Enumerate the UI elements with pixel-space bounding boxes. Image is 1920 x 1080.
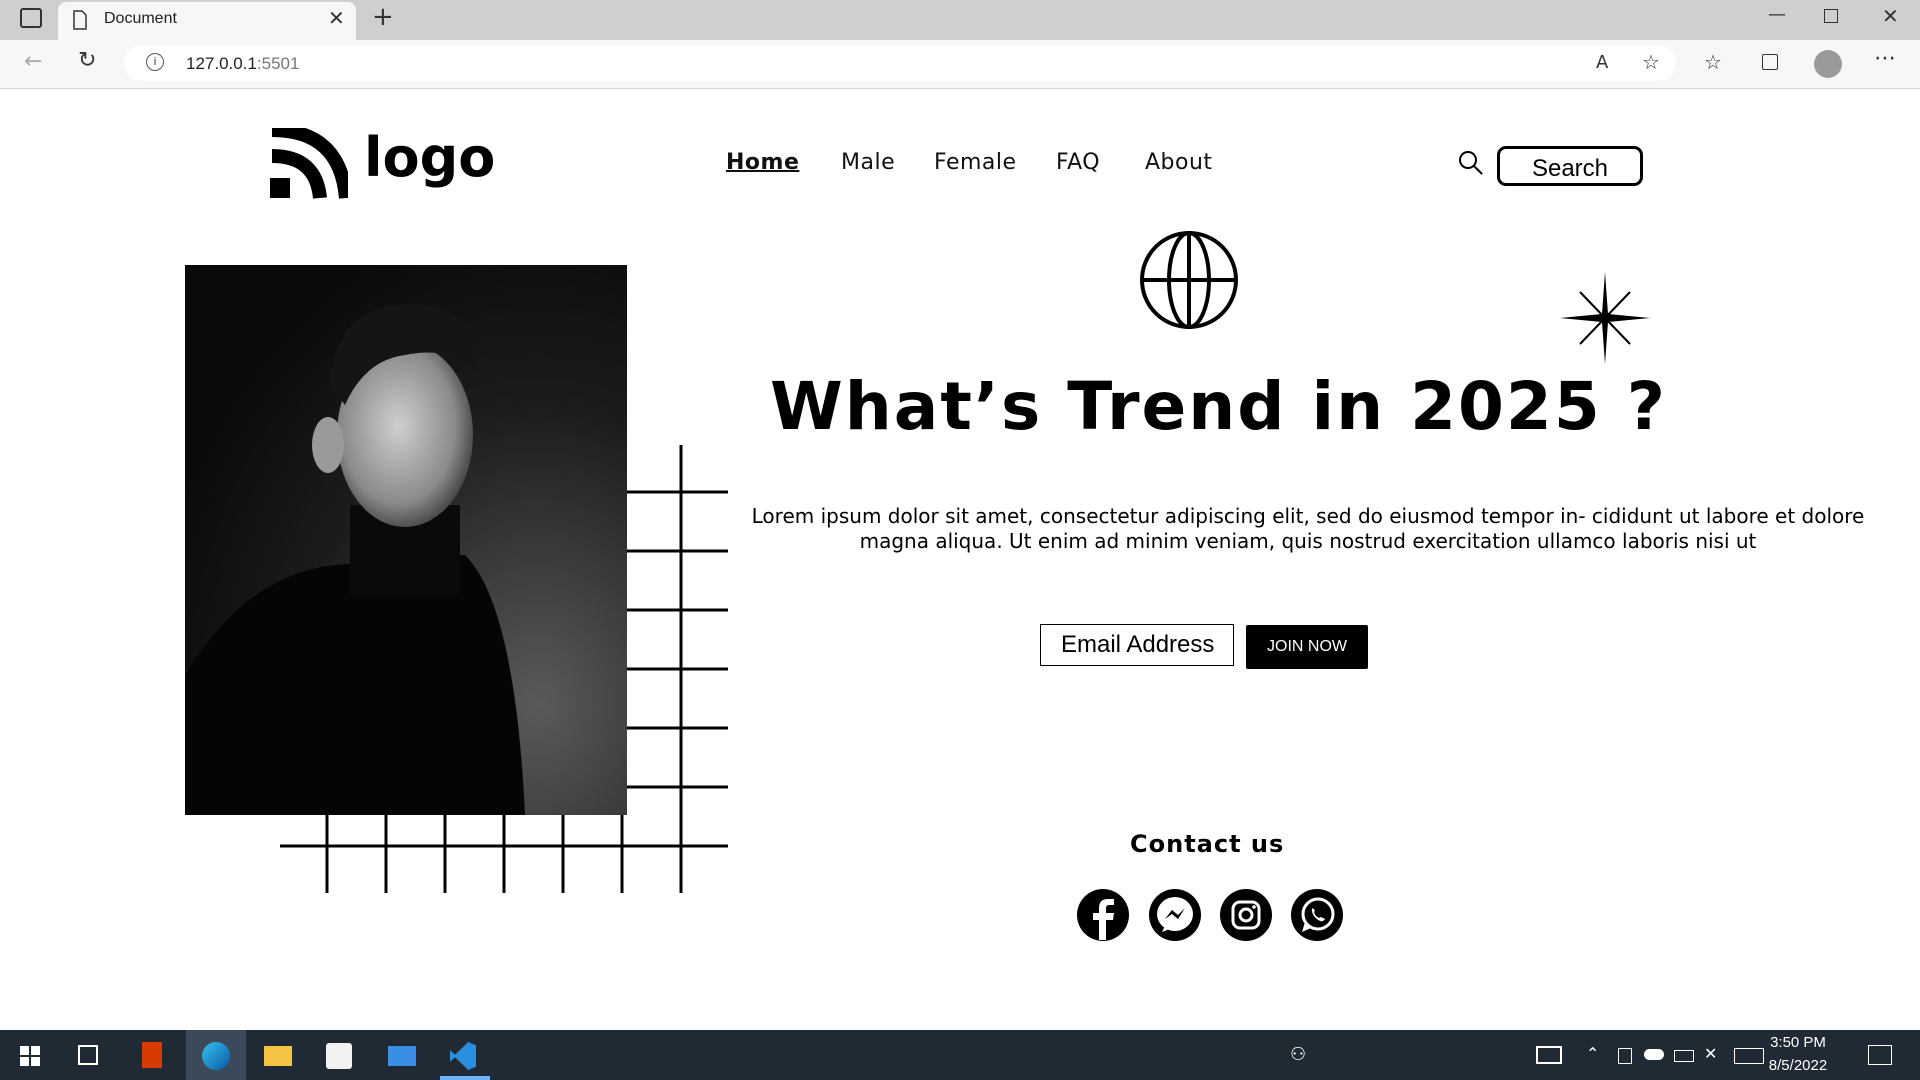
favorites-icon[interactable]: ☆ <box>1704 50 1722 74</box>
restore-icon[interactable] <box>1824 9 1838 23</box>
nav-link-about[interactable]: About <box>1145 150 1213 175</box>
contact-title: Contact us <box>1130 830 1285 858</box>
nav-link-male[interactable]: Male <box>841 150 895 175</box>
join-now-button[interactable]: JOIN NOW <box>1246 625 1368 669</box>
battery-icon[interactable] <box>1674 1050 1694 1062</box>
email-input[interactable]: Email Address <box>1040 624 1234 666</box>
task-view-icon[interactable] <box>78 1045 98 1065</box>
minimize-icon[interactable]: — <box>1768 4 1786 25</box>
tab-actions-icon[interactable] <box>20 8 42 28</box>
address-bar[interactable] <box>124 45 1676 81</box>
url-text: 127.0.0.1:5501 <box>186 54 299 74</box>
mail-icon[interactable] <box>388 1046 416 1066</box>
whatsapp-icon[interactable] <box>1290 888 1344 942</box>
grid-decoration <box>280 445 728 893</box>
office-icon[interactable] <box>142 1042 162 1068</box>
read-aloud-icon[interactable]: A <box>1596 52 1608 73</box>
start-icon[interactable] <box>20 1046 40 1066</box>
nav-link-faq[interactable]: FAQ <box>1056 150 1100 175</box>
taskbar-time[interactable]: 3:50 PM <box>1762 1034 1834 1051</box>
hero-title: What’s Trend in 2025 ? <box>770 368 1668 445</box>
close-tab-icon[interactable]: ✕ <box>328 6 345 30</box>
more-options-icon[interactable]: ⋯ <box>1874 46 1896 71</box>
new-tab-icon[interactable]: + <box>372 2 394 32</box>
notifications-icon[interactable] <box>1868 1045 1892 1065</box>
url-port: :5501 <box>256 54 300 73</box>
onedrive-icon[interactable] <box>1644 1049 1664 1060</box>
refresh-icon[interactable]: ↻ <box>78 48 96 73</box>
logo-icon <box>270 128 348 200</box>
taskbar-date[interactable]: 8/5/2022 <box>1762 1057 1834 1074</box>
url-host: 127.0.0.1 <box>186 54 257 73</box>
volume-muted-icon[interactable]: ✕ <box>1704 1044 1717 1063</box>
logo-text[interactable]: logo <box>364 126 495 190</box>
profile-avatar-icon[interactable] <box>1814 50 1842 78</box>
device-icon[interactable] <box>1618 1048 1632 1064</box>
add-favorite-icon[interactable]: ☆ <box>1642 50 1660 74</box>
sparkle-icon <box>1560 272 1650 364</box>
file-explorer-icon[interactable] <box>264 1046 292 1066</box>
edge-icon[interactable] <box>202 1042 230 1070</box>
close-window-icon[interactable]: ✕ <box>1882 4 1899 28</box>
document-icon <box>73 10 87 30</box>
site-info-icon[interactable]: i <box>146 53 164 71</box>
hero-description: Lorem ipsum dolor sit amet, consectetur … <box>751 504 1865 553</box>
back-icon[interactable]: ← <box>24 49 42 74</box>
search-icon[interactable] <box>1458 150 1484 176</box>
store-icon[interactable] <box>326 1043 352 1069</box>
facebook-icon[interactable] <box>1076 888 1130 942</box>
tab-title: Document <box>104 10 177 27</box>
news-icon[interactable] <box>1536 1046 1562 1064</box>
nav-link-home[interactable]: Home <box>726 150 799 175</box>
messenger-icon[interactable] <box>1148 888 1202 942</box>
instagram-icon[interactable] <box>1219 888 1273 942</box>
globe-icon <box>1140 231 1238 329</box>
search-button[interactable]: Search <box>1497 146 1643 186</box>
vscode-running-indicator <box>440 1076 490 1080</box>
keyboard-icon[interactable] <box>1734 1048 1764 1064</box>
chevron-up-icon[interactable]: ⌃ <box>1586 1044 1599 1063</box>
browser-tab[interactable] <box>58 2 356 40</box>
collections-icon[interactable] <box>1762 54 1778 70</box>
nav-link-female[interactable]: Female <box>934 150 1017 175</box>
people-icon[interactable]: ⚇ <box>1290 1044 1306 1065</box>
